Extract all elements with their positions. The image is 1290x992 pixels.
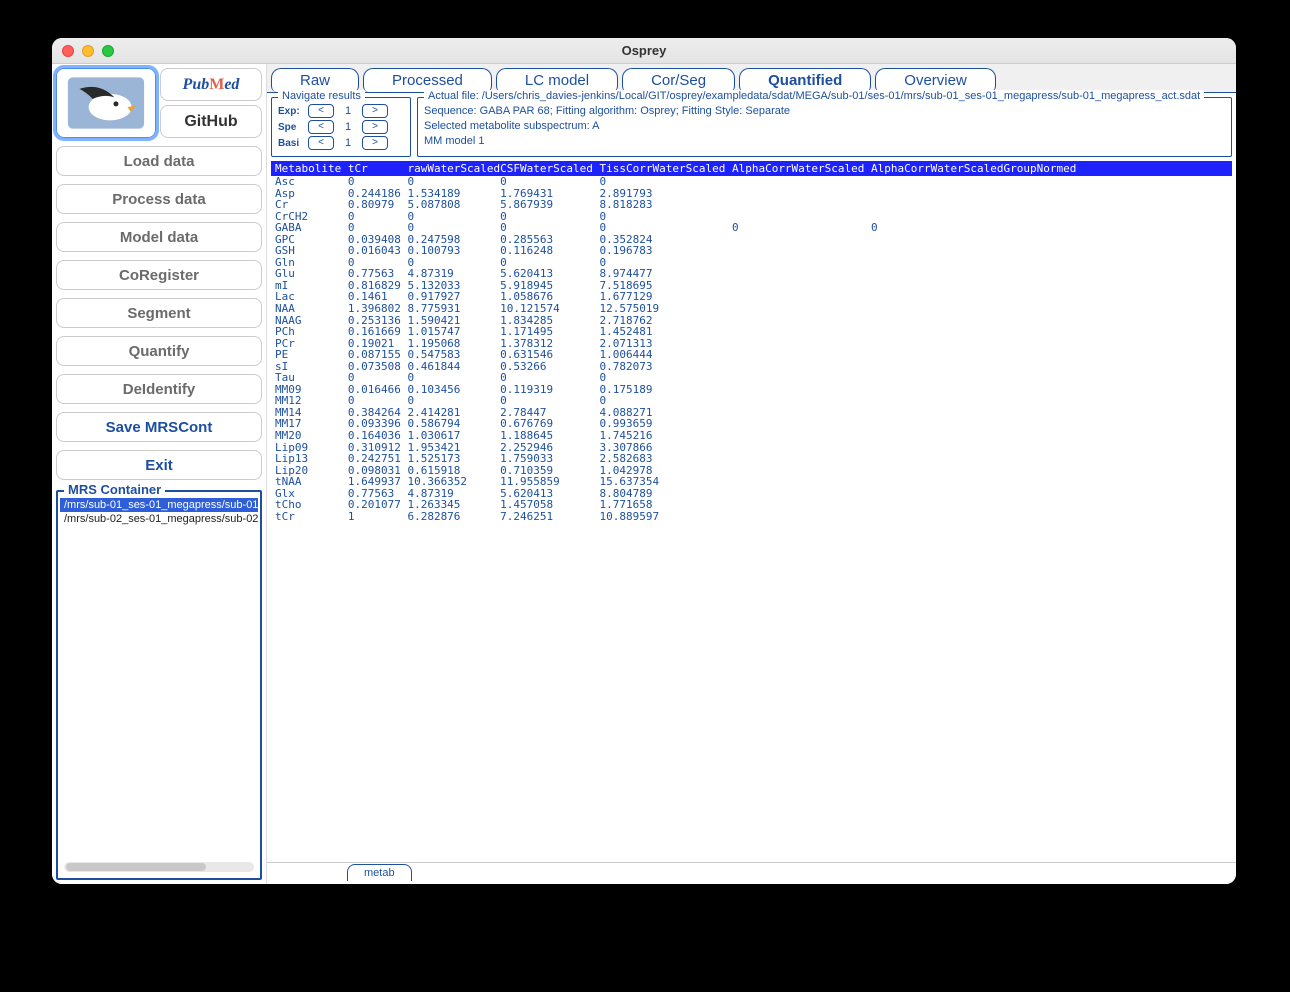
github-link[interactable]: GitHub xyxy=(160,105,262,138)
maximize-icon[interactable] xyxy=(102,45,114,57)
tab-overview[interactable]: Overview xyxy=(875,68,996,92)
mrs-container-legend: MRS Container xyxy=(64,482,165,497)
nav-next-button[interactable]: > xyxy=(362,136,388,150)
nav-value: 1 xyxy=(338,105,358,117)
main-tabs: RawProcessedLC modelCor/SegQuantifiedOve… xyxy=(267,64,1236,92)
sidebar-btn-save-mrscont[interactable]: Save MRSCont xyxy=(56,412,262,442)
nav-next-button[interactable]: > xyxy=(362,120,388,134)
tab-raw[interactable]: Raw xyxy=(271,68,359,92)
window-title: Osprey xyxy=(52,43,1236,58)
sidebar-btn-exit[interactable]: Exit xyxy=(56,450,262,480)
mrs-scrollbar[interactable] xyxy=(64,862,254,872)
sidebar-btn-coregister[interactable]: CoRegister xyxy=(56,260,262,290)
table-header: Metabolite tCr rawWaterScaledCSFWaterSca… xyxy=(271,161,1232,176)
bottom-tab-metab[interactable]: metab xyxy=(347,864,412,881)
sidebar-btn-segment[interactable]: Segment xyxy=(56,298,262,328)
tab-cor-seg[interactable]: Cor/Seg xyxy=(622,68,735,92)
nav-prev-button[interactable]: < xyxy=(308,136,334,150)
main-panel: RawProcessedLC modelCor/SegQuantifiedOve… xyxy=(267,64,1236,884)
osprey-logo[interactable] xyxy=(56,68,156,138)
mrs-container-group: MRS Container /mrs/sub-01_ses-01_megapre… xyxy=(56,490,262,880)
sidebar-btn-deidentify[interactable]: DeIdentify xyxy=(56,374,262,404)
close-icon[interactable] xyxy=(62,45,74,57)
mrs-list[interactable]: /mrs/sub-01_ses-01_megapress/sub-01_me/m… xyxy=(60,498,258,858)
navigate-legend: Navigate results xyxy=(278,90,365,102)
nav-prev-button[interactable]: < xyxy=(308,120,334,134)
mrs-item[interactable]: /mrs/sub-01_ses-01_megapress/sub-01_me xyxy=(60,498,258,512)
app-window: Osprey PubMed GitHub Loa xyxy=(52,38,1236,884)
actual-file-group: Actual file: /Users/chris_davies-jenkins… xyxy=(417,97,1232,157)
navigate-results-group: Navigate results Exp:<1>Spe<1>Basi<1> xyxy=(271,97,411,157)
sidebar-btn-model-data[interactable]: Model data xyxy=(56,222,262,252)
window-controls xyxy=(62,45,114,57)
quantified-table: Metabolite tCr rawWaterScaledCSFWaterSca… xyxy=(271,161,1232,862)
tab-quantified[interactable]: Quantified xyxy=(739,68,871,92)
pubmed-link[interactable]: PubMed xyxy=(160,68,262,101)
bottom-bar: metab xyxy=(267,862,1236,884)
titlebar: Osprey xyxy=(52,38,1236,64)
nav-label: Spe xyxy=(278,122,304,133)
tab-lc-model[interactable]: LC model xyxy=(496,68,618,92)
nav-prev-button[interactable]: < xyxy=(308,104,334,118)
actual-file-legend: Actual file: /Users/chris_davies-jenkins… xyxy=(424,90,1204,102)
info-line: Sequence: GABA PAR 68; Fitting algorithm… xyxy=(424,104,1225,119)
sidebar: PubMed GitHub Load data Process data Model… xyxy=(52,64,267,884)
info-line: MM model 1 xyxy=(424,134,1225,149)
sidebar-btn-quantify[interactable]: Quantify xyxy=(56,336,262,366)
mrs-item[interactable]: /mrs/sub-02_ses-01_megapress/sub-02_me xyxy=(60,512,258,526)
nav-label: Basi xyxy=(278,138,304,149)
sidebar-btn-process-data[interactable]: Process data xyxy=(56,184,262,214)
info-line: Selected metabolite subspectrum: A xyxy=(424,119,1225,134)
table-body: Asc 0 0 0 0 Asp 0.244186 1.534189 1.7694… xyxy=(271,176,1232,522)
nav-label: Exp: xyxy=(278,106,304,117)
tab-processed[interactable]: Processed xyxy=(363,68,492,92)
nav-value: 1 xyxy=(338,121,358,133)
nav-value: 1 xyxy=(338,137,358,149)
nav-next-button[interactable]: > xyxy=(362,104,388,118)
sidebar-btn-load-data[interactable]: Load data xyxy=(56,146,262,176)
minimize-icon[interactable] xyxy=(82,45,94,57)
